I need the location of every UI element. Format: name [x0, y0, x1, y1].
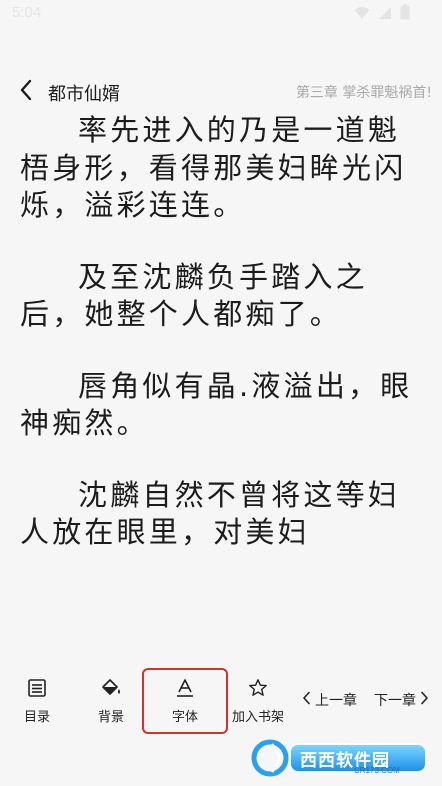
- status-icons: [354, 4, 410, 24]
- star-icon: [248, 676, 268, 700]
- status-time: 5:04: [12, 4, 42, 21]
- reader-header: 都市仙婿 第三章 掌杀罪魁祸首!: [0, 72, 442, 112]
- add-to-bookshelf-button[interactable]: 加入书架: [226, 670, 290, 730]
- back-button[interactable]: [14, 78, 38, 106]
- paragraph: 率先进入的乃是一道魁梧身形，看得那美妇眸光闪烁，溢彩连连。: [20, 113, 407, 222]
- toc-label: 目录: [23, 710, 50, 725]
- paragraph: 沈麟自然不曾将这等妇人放在眼里，对美妇: [20, 477, 401, 550]
- signal-icon: [378, 5, 392, 24]
- watermark-logo: 西西软件园 CR173.COM: [250, 736, 432, 780]
- paragraph: 及至沈麟负手踏入之后，她整个人都痴了。: [20, 259, 368, 332]
- prev-chapter-label: 上一章: [315, 693, 357, 709]
- book-title: 都市仙婿: [48, 84, 120, 105]
- chevron-left-icon: [19, 79, 33, 105]
- list-icon: [27, 676, 47, 700]
- toc-button[interactable]: 目录: [14, 670, 60, 730]
- paint-bucket-icon: [100, 676, 122, 700]
- bookshelf-label: 加入书架: [231, 710, 284, 725]
- paragraph: 唇角似有晶.液溢出，眼神痴然。: [20, 368, 413, 441]
- battery-icon: [400, 4, 410, 24]
- chapter-text: 率先进入的乃是一道魁梧身形，看得那美妇眸光闪烁，溢彩连连。 及至沈麟负手踏入之后…: [0, 112, 428, 552]
- background-label: 背景: [97, 710, 124, 725]
- next-chapter-label: 下一章: [374, 693, 416, 709]
- font-highlight-box: [142, 668, 228, 734]
- background-button[interactable]: 背景: [88, 670, 134, 730]
- status-bar: 5:04: [0, 0, 442, 30]
- wifi-icon: [354, 5, 370, 24]
- reading-area[interactable]: 率先进入的乃是一道魁梧身形，看得那美妇眸光闪烁，溢彩连连。 及至沈麟负手踏入之后…: [0, 112, 442, 670]
- prev-chapter-button[interactable]: 上一章: [302, 690, 357, 710]
- watermark-url: CR173.COM: [354, 766, 400, 775]
- chevron-left-icon: [302, 691, 311, 709]
- chevron-right-icon: [420, 691, 429, 709]
- chapter-title: 第三章 掌杀罪魁祸首!: [295, 85, 432, 101]
- next-chapter-button[interactable]: 下一章: [374, 690, 429, 710]
